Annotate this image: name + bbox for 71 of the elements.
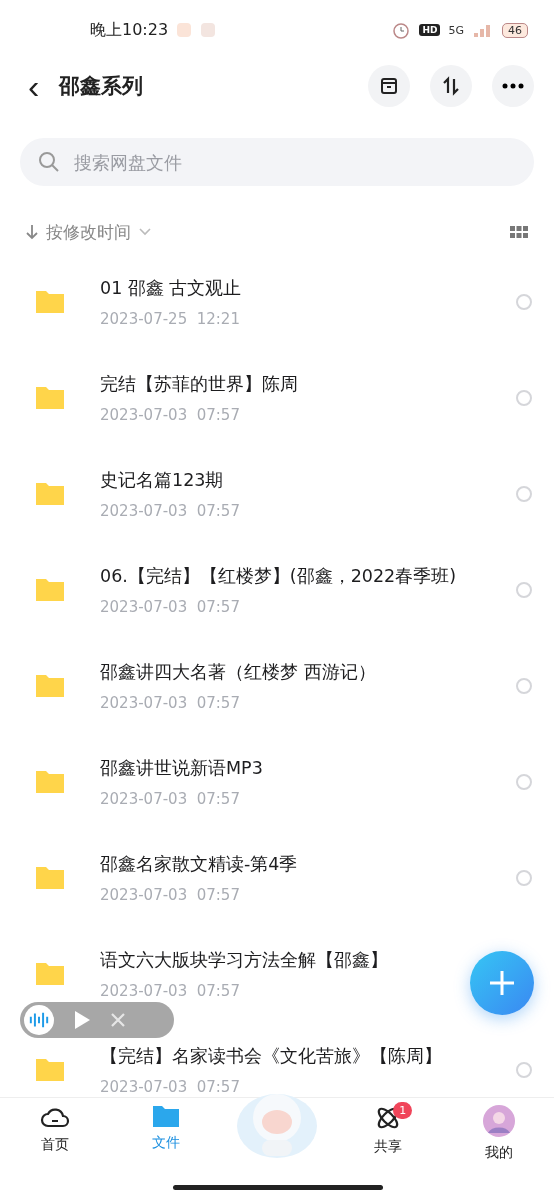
play-icon bbox=[72, 1009, 92, 1031]
hd-indicator: HD bbox=[419, 24, 441, 36]
close-button[interactable] bbox=[110, 1012, 126, 1028]
folder-name[interactable]: 邵鑫讲四大名著（红楼梦 西游记） bbox=[100, 660, 376, 684]
folder-icon bbox=[34, 481, 66, 507]
folder-name[interactable]: 史记名篇123期 bbox=[100, 468, 224, 492]
arrow-down-icon bbox=[26, 224, 38, 240]
select-radio[interactable] bbox=[516, 294, 532, 310]
modified-date: 2023-07-03 07:57 bbox=[100, 694, 240, 712]
status-time: 晚上10:23 bbox=[90, 19, 169, 41]
back-button[interactable]: ‹ bbox=[22, 69, 46, 103]
folder-icon bbox=[34, 865, 66, 891]
notification-badge: 1 bbox=[393, 1102, 413, 1119]
nav-tab[interactable]: 首页 bbox=[0, 1104, 111, 1154]
voice-button[interactable] bbox=[24, 1005, 54, 1035]
folder-name[interactable]: 邵鑫名家散文精读-第4季 bbox=[100, 852, 298, 876]
select-radio[interactable] bbox=[516, 678, 532, 694]
avatar-icon bbox=[481, 1104, 516, 1138]
select-radio[interactable] bbox=[516, 774, 532, 790]
more-icon bbox=[502, 83, 524, 89]
select-radio[interactable] bbox=[516, 390, 532, 406]
grid-view-icon[interactable] bbox=[510, 226, 528, 238]
select-radio[interactable] bbox=[516, 486, 532, 502]
folder-icon bbox=[34, 1057, 66, 1083]
nav-tab[interactable]: 文件 bbox=[110, 1104, 222, 1152]
modified-date: 2023-07-03 07:57 bbox=[100, 1078, 240, 1096]
folder-icon bbox=[152, 1104, 181, 1128]
modified-date: 2023-07-25 12:21 bbox=[100, 310, 240, 328]
plus-icon bbox=[488, 969, 516, 997]
folder-icon bbox=[34, 961, 66, 987]
archive-button[interactable] bbox=[368, 65, 410, 107]
add-button[interactable] bbox=[470, 951, 534, 1015]
nav-tab[interactable]: 我的 bbox=[443, 1104, 554, 1162]
folder-name[interactable]: 01 邵鑫 古文观止 bbox=[100, 276, 242, 300]
notification-icon bbox=[176, 22, 193, 38]
folder-name[interactable]: 完结【苏菲的世界】陈周 bbox=[100, 372, 298, 396]
more-button[interactable] bbox=[492, 65, 534, 107]
folder-name[interactable]: 06.【完结】【红楼梦】(邵鑫，2022春季班) bbox=[100, 564, 457, 588]
search-icon bbox=[38, 151, 60, 173]
sort-dropdown[interactable]: 按修改时间 bbox=[26, 220, 151, 244]
select-radio[interactable] bbox=[516, 582, 532, 598]
modified-date: 2023-07-03 07:57 bbox=[100, 598, 240, 616]
play-button[interactable] bbox=[72, 1009, 92, 1031]
close-icon bbox=[110, 1012, 126, 1028]
chevron-down-icon bbox=[139, 228, 151, 236]
archive-icon bbox=[379, 76, 399, 96]
folder-name[interactable]: 语文六大版块学习方法全解【邵鑫】 bbox=[100, 948, 388, 972]
transfer-button[interactable] bbox=[430, 65, 472, 107]
modified-date: 2023-07-03 07:57 bbox=[100, 502, 240, 520]
search-field[interactable]: 搜索网盘文件 bbox=[20, 138, 534, 186]
page-title: 邵鑫系列 bbox=[59, 73, 145, 100]
modified-date: 2023-07-03 07:57 bbox=[100, 886, 240, 904]
notification-icon bbox=[200, 22, 217, 38]
nav-tab[interactable]: 共享 1 bbox=[332, 1104, 444, 1156]
search-input[interactable]: 搜索网盘文件 bbox=[72, 150, 516, 174]
transfer-icon bbox=[441, 76, 461, 96]
folder-icon bbox=[34, 673, 66, 699]
folder-icon bbox=[34, 769, 66, 795]
folder-icon bbox=[34, 577, 66, 603]
folder-icon bbox=[34, 289, 66, 315]
folder-name[interactable]: 邵鑫讲世说新语MP3 bbox=[100, 756, 263, 780]
select-radio[interactable] bbox=[516, 1062, 532, 1078]
battery-indicator: 46 bbox=[502, 22, 528, 38]
modified-date: 2023-07-03 07:57 bbox=[100, 790, 240, 808]
modified-date: 2023-07-03 07:57 bbox=[100, 406, 240, 424]
waveform-icon bbox=[28, 1011, 50, 1029]
select-radio[interactable] bbox=[516, 870, 532, 886]
modified-date: 2023-07-03 07:57 bbox=[100, 982, 240, 1000]
folder-icon bbox=[34, 385, 66, 411]
folder-name[interactable]: 【完结】名家读书会《文化苦旅》【陈周】 bbox=[100, 1044, 442, 1068]
network-label: 5G bbox=[448, 23, 464, 37]
